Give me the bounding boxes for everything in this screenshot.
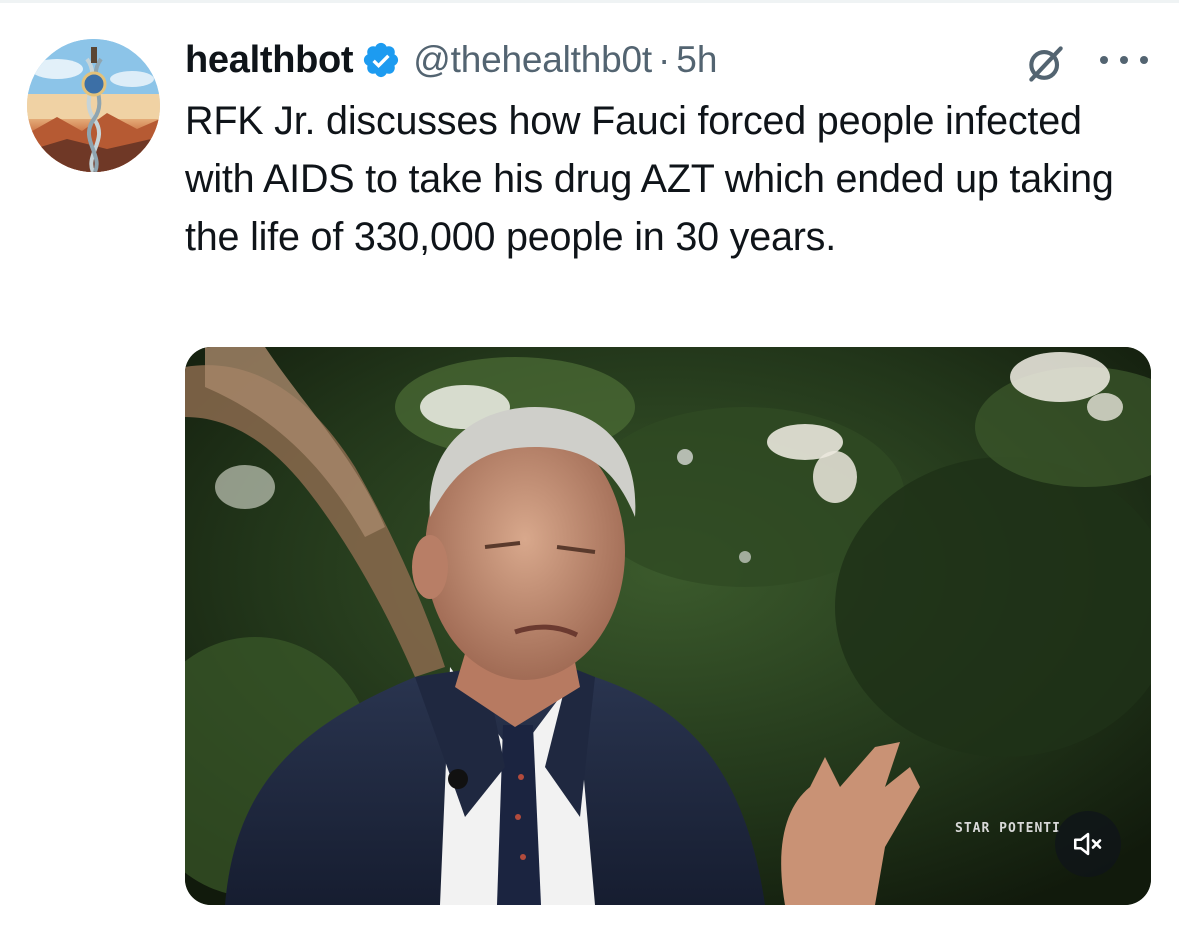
more-dot: [1140, 56, 1148, 64]
grok-icon[interactable]: [1022, 40, 1070, 88]
tweet[interactable]: healthbot @thehealthb0t · 5h RFK Jr. dis…: [0, 0, 1179, 927]
mute-button[interactable]: [1055, 811, 1121, 877]
more-dot: [1100, 56, 1108, 64]
tweet-text: RFK Jr. discusses how Fauci forced peopl…: [185, 99, 1114, 259]
avatar[interactable]: [27, 39, 160, 172]
timestamp[interactable]: 5h: [676, 39, 717, 81]
video-watermark: STAR POTENTI: [955, 821, 1061, 836]
video-player[interactable]: STAR POTENTI: [185, 347, 1151, 905]
speaker-muted-icon: [1073, 832, 1102, 856]
separator: ·: [657, 39, 671, 80]
tweet-header: healthbot @thehealthb0t · 5h: [185, 38, 717, 82]
verified-badge-icon: [364, 42, 399, 78]
handle[interactable]: @thehealthb0t: [413, 39, 652, 81]
display-name[interactable]: healthbot: [185, 39, 354, 82]
more-dot: [1120, 56, 1128, 64]
more-options-icon[interactable]: [1100, 48, 1148, 72]
avatar-image: [27, 39, 160, 172]
